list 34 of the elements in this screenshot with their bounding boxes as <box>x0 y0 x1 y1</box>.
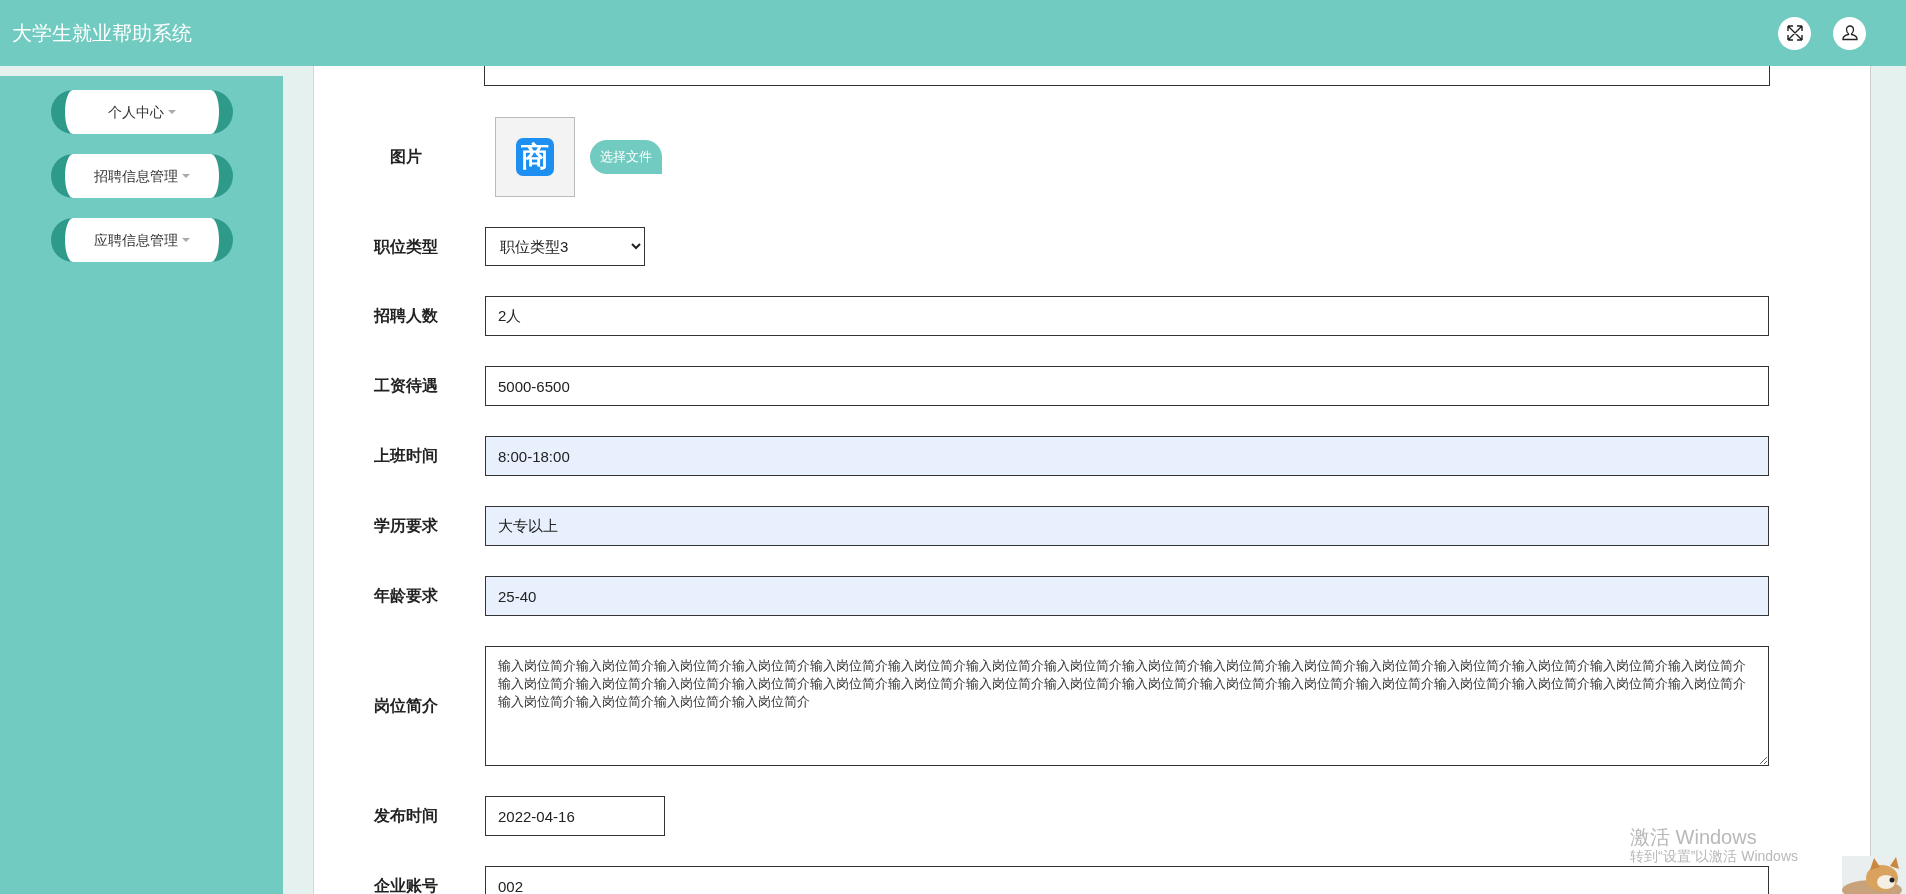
field-label: 招聘人数 <box>374 306 438 326</box>
field-label: 岗位简介 <box>374 696 438 716</box>
sidebar-menu-button[interactable]: 招聘信息管理 <box>50 154 233 198</box>
shop-logo: 商 <box>516 138 554 176</box>
input-field[interactable] <box>484 66 1770 86</box>
input-field[interactable]: 8:00-18:00 <box>485 436 1769 476</box>
app-title: 大学生就业帮助系统 <box>12 21 192 46</box>
field-label: 企业账号 <box>374 876 438 894</box>
input-field[interactable]: 25-40 <box>485 576 1769 616</box>
input-field[interactable]: 5000-6500 <box>485 366 1769 406</box>
activation-subtitle: 转到“设置”以激活 Windows <box>1630 848 1798 864</box>
textarea-field[interactable]: 输入岗位简介输入岗位简介输入岗位简介输入岗位简介输入岗位简介输入岗位简介输入岗位简介输入岗位简介输入岗位简介输入岗位简介输入岗位简介输入岗位简介输入岗位简介输入岗位简介输入岗位简介输入岗位简介输入岗位简介输入岗位简介输入岗位简介输入岗位简介输入岗位简介输入岗位简介输入岗位简介输入岗位简介输入岗位简介输入岗位简介输入岗位简介输入岗位简介输入岗位简介输入岗位简介输入岗位简介输入岗位简介输入岗位简介输入岗位简介输入岗位简介输入岗位简介 <box>485 646 1769 766</box>
caret-icon <box>181 238 190 242</box>
caret-icon <box>167 110 176 114</box>
select-field[interactable]: 职位类型3 <box>485 227 645 266</box>
fullscreen-button[interactable] <box>1778 16 1811 50</box>
field-label: 学历要求 <box>374 516 438 536</box>
field-label: 上班时间 <box>374 446 438 466</box>
user-button[interactable] <box>1833 16 1866 50</box>
field-label: 年龄要求 <box>374 586 438 606</box>
field-label: 图片 <box>389 147 423 167</box>
user-icon <box>1840 24 1859 42</box>
field-label: 职位类型 <box>374 236 438 257</box>
date-field[interactable]: 2022-04-16 <box>485 796 665 836</box>
field-label: 工资待遇 <box>374 376 438 396</box>
input-field[interactable]: 2人 <box>485 296 1769 336</box>
fullscreen-icon <box>1785 24 1804 42</box>
sidebar-menu-button[interactable]: 个人中心 <box>50 90 233 134</box>
caret-icon <box>181 174 190 178</box>
field-label: 发布时间 <box>374 806 438 826</box>
input-field[interactable]: 002 <box>485 866 1769 894</box>
input-field[interactable]: 大专以上 <box>485 506 1769 546</box>
sidebar-menu-button[interactable]: 应聘信息管理 <box>50 218 233 262</box>
activation-title: 激活 Windows <box>1630 826 1758 848</box>
